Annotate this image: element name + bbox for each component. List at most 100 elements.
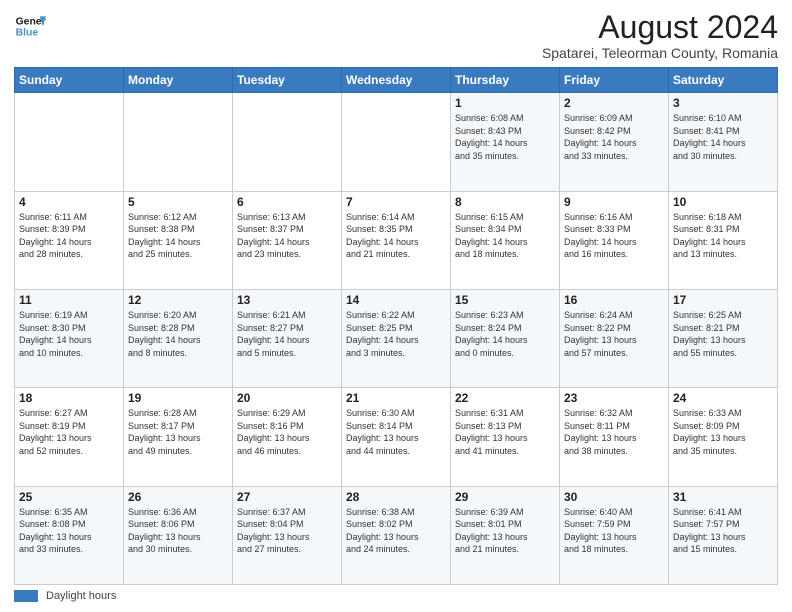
day-number: 16 xyxy=(564,293,664,307)
day-info: Sunrise: 6:10 AMSunset: 8:41 PMDaylight:… xyxy=(673,112,773,162)
calendar-cell: 20 Sunrise: 6:29 AMSunset: 8:16 PMDayligh… xyxy=(233,388,342,486)
calendar-cell: 4 Sunrise: 6:11 AMSunset: 8:39 PMDaylight… xyxy=(15,191,124,289)
svg-text:Blue: Blue xyxy=(16,28,39,39)
legend-label: Daylight hours xyxy=(46,590,116,602)
calendar-cell: 15Sunrise: 6:23 AMSunset: 8:24 PMDayligh… xyxy=(451,289,560,387)
day-info: Sunrise: 6:39 AMSunset: 8:01 PMDaylight:… xyxy=(455,506,555,556)
calendar-body: 1 Sunrise: 6:08 AMSunset: 8:43 PMDaylight… xyxy=(15,93,778,585)
day-info: Sunrise: 6:37 AMSunset: 8:04 PMDaylight:… xyxy=(237,506,337,556)
day-number: 22 xyxy=(455,391,555,405)
calendar-cell: 29Sunrise: 6:39 AMSunset: 8:01 PMDayligh… xyxy=(451,486,560,584)
day-info: Sunrise: 6:18 AMSunset: 8:31 PMDaylight:… xyxy=(673,211,773,261)
calendar-cell: 18 Sunrise: 6:27 AMSunset: 8:19 PMDayligh… xyxy=(15,388,124,486)
day-info: Sunrise: 6:28 AMSunset: 8:17 PMDaylight:… xyxy=(128,407,228,457)
day-info: Sunrise: 6:30 AMSunset: 8:14 PMDaylight:… xyxy=(346,407,446,457)
calendar-cell: 28 Sunrise: 6:38 AMSunset: 8:02 PMDayligh… xyxy=(342,486,451,584)
day-number: 3 xyxy=(673,96,773,110)
day-of-week-header: Tuesday xyxy=(233,68,342,93)
day-info: Sunrise: 6:24 AMSunset: 8:22 PMDaylight:… xyxy=(564,309,664,359)
day-info: Sunrise: 6:19 AMSunset: 8:30 PMDaylight:… xyxy=(19,309,119,359)
subtitle: Spatarei, Teleorman County, Romania xyxy=(542,45,778,61)
calendar-cell: 19 Sunrise: 6:28 AMSunset: 8:17 PMDayligh… xyxy=(124,388,233,486)
day-number: 21 xyxy=(346,391,446,405)
calendar-cell: 22 Sunrise: 6:31 AMSunset: 8:13 PMDayligh… xyxy=(451,388,560,486)
day-info: Sunrise: 6:32 AMSunset: 8:11 PMDaylight:… xyxy=(564,407,664,457)
day-info: Sunrise: 6:35 AMSunset: 8:08 PMDaylight:… xyxy=(19,506,119,556)
legend-color-box xyxy=(14,590,38,602)
day-info: Sunrise: 6:22 AMSunset: 8:25 PMDaylight:… xyxy=(346,309,446,359)
title-block: August 2024 Spatarei, Teleorman County, … xyxy=(542,10,778,61)
day-number: 4 xyxy=(19,195,119,209)
calendar-cell xyxy=(124,93,233,191)
logo: General Blue xyxy=(14,10,46,42)
calendar-cell: 5 Sunrise: 6:12 AMSunset: 8:38 PMDaylight… xyxy=(124,191,233,289)
day-info: Sunrise: 6:33 AMSunset: 8:09 PMDaylight:… xyxy=(673,407,773,457)
calendar-cell: 27 Sunrise: 6:37 AMSunset: 8:04 PMDayligh… xyxy=(233,486,342,584)
day-number: 17 xyxy=(673,293,773,307)
day-info: Sunrise: 6:36 AMSunset: 8:06 PMDaylight:… xyxy=(128,506,228,556)
day-info: Sunrise: 6:12 AMSunset: 8:38 PMDaylight:… xyxy=(128,211,228,261)
day-number: 6 xyxy=(237,195,337,209)
day-number: 18 xyxy=(19,391,119,405)
calendar-week-row: 4 Sunrise: 6:11 AMSunset: 8:39 PMDaylight… xyxy=(15,191,778,289)
page: General Blue August 2024 Spatarei, Teleo… xyxy=(0,0,792,612)
calendar-cell: 16 Sunrise: 6:24 AMSunset: 8:22 PMDayligh… xyxy=(560,289,669,387)
day-info: Sunrise: 6:38 AMSunset: 8:02 PMDaylight:… xyxy=(346,506,446,556)
day-number: 25 xyxy=(19,490,119,504)
calendar-cell: 1 Sunrise: 6:08 AMSunset: 8:43 PMDaylight… xyxy=(451,93,560,191)
calendar-week-row: 1 Sunrise: 6:08 AMSunset: 8:43 PMDaylight… xyxy=(15,93,778,191)
main-title: August 2024 xyxy=(542,10,778,45)
calendar-cell: 24 Sunrise: 6:33 AMSunset: 8:09 PMDayligh… xyxy=(669,388,778,486)
day-info: Sunrise: 6:08 AMSunset: 8:43 PMDaylight:… xyxy=(455,112,555,162)
day-info: Sunrise: 6:27 AMSunset: 8:19 PMDaylight:… xyxy=(19,407,119,457)
day-number: 1 xyxy=(455,96,555,110)
logo-icon: General Blue xyxy=(14,10,46,42)
calendar-cell: 23 Sunrise: 6:32 AMSunset: 8:11 PMDayligh… xyxy=(560,388,669,486)
day-number: 2 xyxy=(564,96,664,110)
calendar-cell: 2 Sunrise: 6:09 AMSunset: 8:42 PMDaylight… xyxy=(560,93,669,191)
day-number: 7 xyxy=(346,195,446,209)
day-number: 24 xyxy=(673,391,773,405)
day-number: 9 xyxy=(564,195,664,209)
day-info: Sunrise: 6:21 AMSunset: 8:27 PMDaylight:… xyxy=(237,309,337,359)
calendar-cell: 8Sunrise: 6:15 AMSunset: 8:34 PMDaylight… xyxy=(451,191,560,289)
day-info: Sunrise: 6:31 AMSunset: 8:13 PMDaylight:… xyxy=(455,407,555,457)
calendar-week-row: 11Sunrise: 6:19 AMSunset: 8:30 PMDayligh… xyxy=(15,289,778,387)
day-number: 5 xyxy=(128,195,228,209)
day-info: Sunrise: 6:11 AMSunset: 8:39 PMDaylight:… xyxy=(19,211,119,261)
day-info: Sunrise: 6:25 AMSunset: 8:21 PMDaylight:… xyxy=(673,309,773,359)
calendar-cell: 30 Sunrise: 6:40 AMSunset: 7:59 PMDayligh… xyxy=(560,486,669,584)
day-number: 14 xyxy=(346,293,446,307)
day-of-week-header: Wednesday xyxy=(342,68,451,93)
day-number: 12 xyxy=(128,293,228,307)
day-info: Sunrise: 6:23 AMSunset: 8:24 PMDaylight:… xyxy=(455,309,555,359)
header-row: SundayMondayTuesdayWednesdayThursdayFrid… xyxy=(15,68,778,93)
day-number: 20 xyxy=(237,391,337,405)
day-of-week-header: Thursday xyxy=(451,68,560,93)
calendar-cell: 6Sunrise: 6:13 AMSunset: 8:37 PMDaylight… xyxy=(233,191,342,289)
day-number: 23 xyxy=(564,391,664,405)
calendar-cell: 14 Sunrise: 6:22 AMSunset: 8:25 PMDayligh… xyxy=(342,289,451,387)
day-info: Sunrise: 6:29 AMSunset: 8:16 PMDaylight:… xyxy=(237,407,337,457)
calendar-cell xyxy=(342,93,451,191)
calendar-cell: 7 Sunrise: 6:14 AMSunset: 8:35 PMDaylight… xyxy=(342,191,451,289)
day-number: 30 xyxy=(564,490,664,504)
day-number: 27 xyxy=(237,490,337,504)
day-of-week-header: Monday xyxy=(124,68,233,93)
calendar-header: SundayMondayTuesdayWednesdayThursdayFrid… xyxy=(15,68,778,93)
day-info: Sunrise: 6:40 AMSunset: 7:59 PMDaylight:… xyxy=(564,506,664,556)
day-of-week-header: Friday xyxy=(560,68,669,93)
calendar-week-row: 25 Sunrise: 6:35 AMSunset: 8:08 PMDayligh… xyxy=(15,486,778,584)
calendar-cell: 9Sunrise: 6:16 AMSunset: 8:33 PMDaylight… xyxy=(560,191,669,289)
day-info: Sunrise: 6:15 AMSunset: 8:34 PMDaylight:… xyxy=(455,211,555,261)
day-number: 28 xyxy=(346,490,446,504)
day-of-week-header: Sunday xyxy=(15,68,124,93)
day-info: Sunrise: 6:41 AMSunset: 7:57 PMDaylight:… xyxy=(673,506,773,556)
day-of-week-header: Saturday xyxy=(669,68,778,93)
day-number: 19 xyxy=(128,391,228,405)
day-info: Sunrise: 6:09 AMSunset: 8:42 PMDaylight:… xyxy=(564,112,664,162)
day-info: Sunrise: 6:14 AMSunset: 8:35 PMDaylight:… xyxy=(346,211,446,261)
day-number: 10 xyxy=(673,195,773,209)
calendar-cell: 3 Sunrise: 6:10 AMSunset: 8:41 PMDaylight… xyxy=(669,93,778,191)
calendar-cell: 25 Sunrise: 6:35 AMSunset: 8:08 PMDayligh… xyxy=(15,486,124,584)
